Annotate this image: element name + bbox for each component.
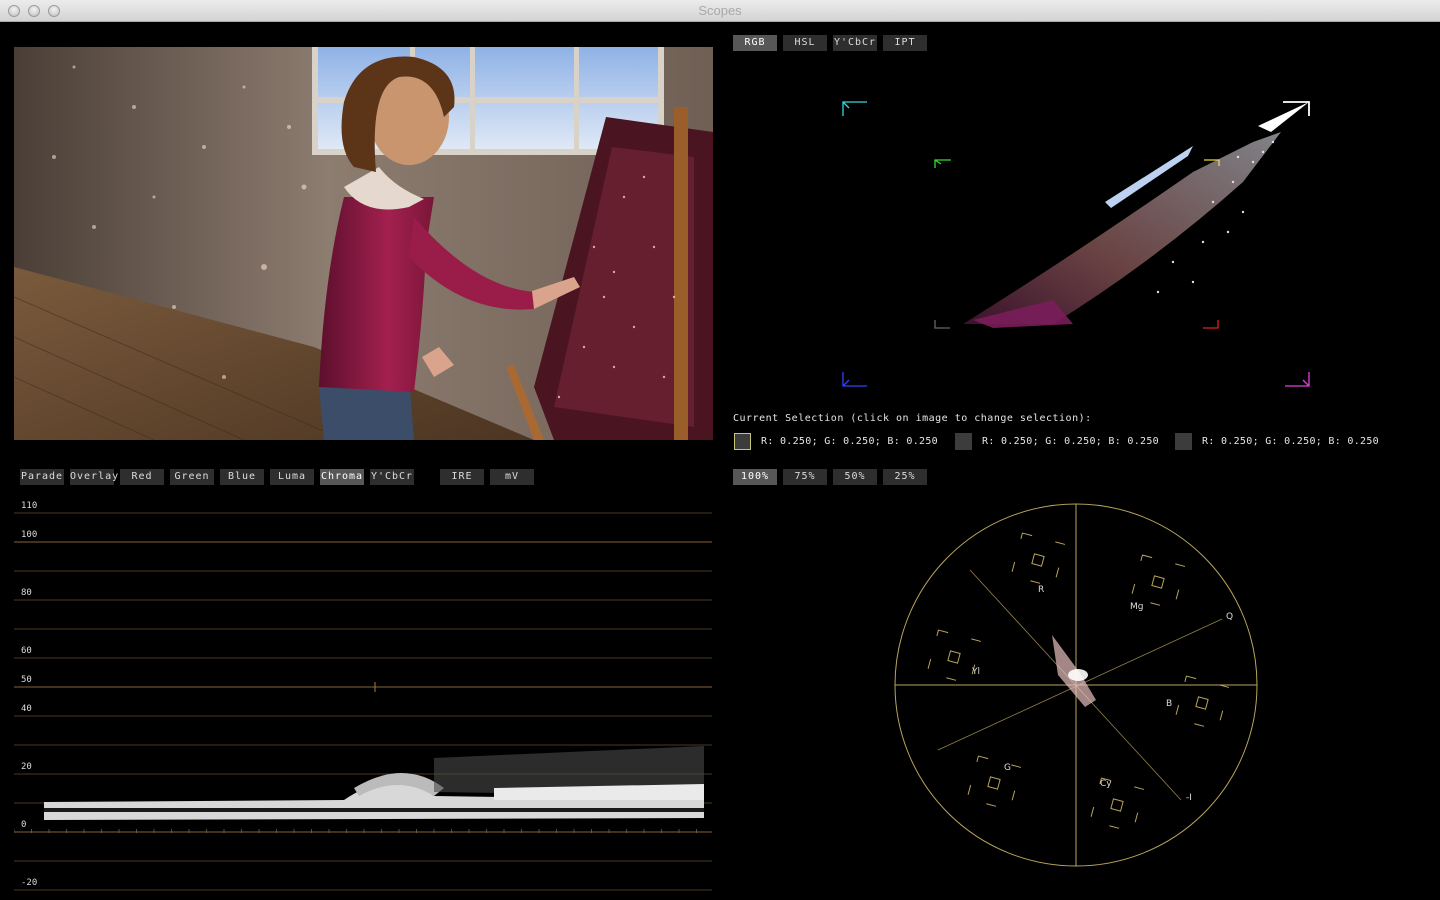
waveform-tab-red[interactable]: Red bbox=[120, 469, 164, 485]
vectorscope-target-box bbox=[1130, 554, 1186, 610]
waveform-svg: 110 100 80 60 50 40 20 0 -20 bbox=[13, 501, 712, 891]
waveform-scale-label: 50 bbox=[21, 675, 32, 685]
vectorscope-target-box bbox=[1174, 675, 1230, 731]
selection-swatch-3[interactable] bbox=[1175, 433, 1192, 450]
zoom-tab-50[interactable]: 50% bbox=[833, 469, 877, 485]
vectorscope[interactable]: R Mg Q Yl B G Cy -I bbox=[880, 495, 1280, 875]
vectorscope-label-r: R bbox=[1038, 585, 1044, 595]
waveform-tab-green[interactable]: Green bbox=[170, 469, 214, 485]
zoom-tab-75[interactable]: 75% bbox=[783, 469, 827, 485]
waveform-trace bbox=[44, 746, 704, 820]
waveform-scale-label: -20 bbox=[21, 878, 37, 888]
zoom-tab-25[interactable]: 25% bbox=[883, 469, 927, 485]
vectorscope-target-center bbox=[1110, 798, 1124, 812]
colorspace-tab-rgb[interactable]: RGB bbox=[733, 35, 777, 51]
waveform-scale-label: 110 bbox=[21, 501, 37, 511]
window-title: Scopes bbox=[698, 3, 742, 18]
zoom-tab-100[interactable]: 100% bbox=[733, 469, 777, 485]
vectorscope-target-box bbox=[1010, 532, 1066, 588]
waveform-tab-overlay[interactable]: Overlay bbox=[70, 469, 118, 485]
vectorscope-label-i: -I bbox=[1186, 793, 1192, 803]
vectorscope-label-q: Q bbox=[1226, 612, 1233, 622]
vectorscope-target-center bbox=[987, 776, 1001, 790]
vectorscope-target-box bbox=[1089, 777, 1145, 833]
source-image bbox=[14, 47, 713, 440]
waveform-tab-y-cbcr[interactable]: Y'CbCr bbox=[370, 469, 414, 485]
vectorscope-target-center bbox=[1195, 696, 1209, 710]
waveform-tab-parade[interactable]: Parade bbox=[20, 469, 64, 485]
waveform-tab-blue[interactable]: Blue bbox=[220, 469, 264, 485]
waveform-monitor[interactable]: 110 100 80 60 50 40 20 0 -20 bbox=[13, 496, 714, 900]
vectorscope-target-center bbox=[947, 650, 961, 664]
color-cube-scatter-plot[interactable] bbox=[733, 62, 1433, 402]
color-cube-svg bbox=[842, 101, 1310, 387]
colorspace-tab-hsl[interactable]: HSL bbox=[783, 35, 827, 51]
vectorscope-label-cy: Cy bbox=[1100, 779, 1112, 789]
waveform-tab-luma[interactable]: Luma bbox=[270, 469, 314, 485]
waveform-scale-label: 60 bbox=[21, 646, 32, 656]
vectorscope-target-box bbox=[966, 755, 1022, 811]
vectorscope-label-mg: Mg bbox=[1130, 602, 1143, 612]
vectorscope-target-center bbox=[1151, 575, 1165, 589]
selection-swatch-2[interactable] bbox=[955, 433, 972, 450]
waveform-scale-label: 100 bbox=[21, 530, 37, 540]
waveform-scale-label: 20 bbox=[21, 762, 32, 772]
colorspace-tab-ipt[interactable]: IPT bbox=[883, 35, 927, 51]
selection-rgb-value-3: R: 0.250; G: 0.250; B: 0.250 bbox=[1202, 436, 1379, 447]
vectorscope-label-g: G bbox=[1004, 763, 1011, 773]
selection-swatch-1[interactable] bbox=[734, 433, 751, 450]
waveform-tab-chroma[interactable]: Chroma bbox=[320, 469, 364, 485]
colorspace-tab-y-cbcr[interactable]: Y'CbCr bbox=[833, 35, 877, 51]
vectorscope-target-center bbox=[1031, 553, 1045, 567]
title-bar: Scopes bbox=[0, 0, 1440, 22]
vectorscope-svg: R Mg Q Yl B G Cy -I bbox=[894, 503, 1258, 867]
vectorscope-label-b: B bbox=[1166, 699, 1172, 709]
waveform-scale-label: 40 bbox=[21, 704, 32, 714]
waveform-scale-label: 0 bbox=[21, 820, 26, 830]
unit-tab-ire[interactable]: IRE bbox=[440, 469, 484, 485]
selection-rgb-value-1: R: 0.250; G: 0.250; B: 0.250 bbox=[761, 436, 938, 447]
vectorscope-label-yl: Yl bbox=[971, 667, 980, 677]
vectorscope-trace-core bbox=[1068, 669, 1088, 681]
current-selection-label: Current Selection (click on image to cha… bbox=[733, 413, 1092, 424]
waveform-scale-label: 80 bbox=[21, 588, 32, 598]
selection-rgb-value-2: R: 0.250; G: 0.250; B: 0.250 bbox=[982, 436, 1159, 447]
unit-tab-mv[interactable]: mV bbox=[490, 469, 534, 485]
source-image-viewer[interactable] bbox=[14, 47, 713, 440]
